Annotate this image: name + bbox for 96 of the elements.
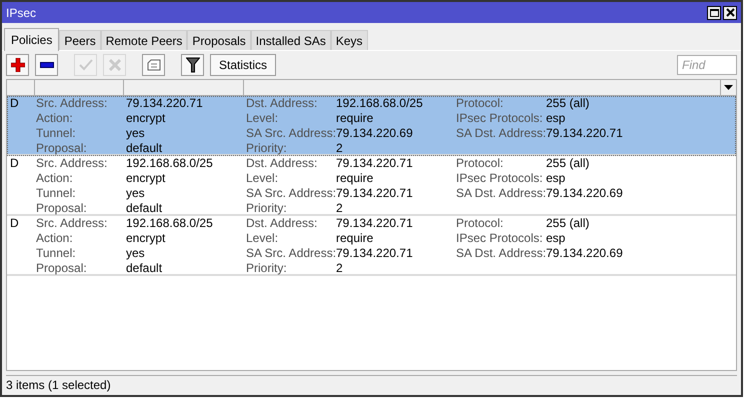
window-title: IPsec bbox=[6, 4, 38, 22]
cross-icon bbox=[108, 59, 120, 71]
flag-text: D bbox=[10, 156, 19, 170]
field-label: SA Src. Address: bbox=[246, 246, 336, 261]
column-menu-button[interactable] bbox=[720, 80, 736, 95]
field-value: 79.134.220.69 bbox=[336, 126, 413, 141]
check-icon bbox=[78, 59, 92, 71]
tab[interactable]: Keys bbox=[330, 30, 368, 50]
field-label: Tunnel: bbox=[36, 186, 76, 201]
comment-button[interactable] bbox=[142, 54, 165, 76]
field-value: require bbox=[336, 171, 374, 186]
field-label: Level: bbox=[246, 171, 278, 186]
field-label: SA Src. Address: bbox=[246, 186, 336, 201]
field-label: Proposal: bbox=[36, 261, 87, 276]
field-label: IPsec Protocols: bbox=[456, 171, 543, 186]
policy-row[interactable] bbox=[7, 216, 736, 276]
field-label: Dst. Address: bbox=[246, 156, 318, 171]
field-value: 79.134.220.71 bbox=[546, 126, 623, 141]
tab[interactable]: Policies bbox=[4, 28, 60, 51]
field-value: 79.134.220.69 bbox=[546, 186, 623, 201]
field-value: 255 (all) bbox=[546, 96, 590, 111]
field-value: encrypt bbox=[126, 231, 166, 246]
field-value: 2 bbox=[336, 261, 343, 276]
field-label: Action: bbox=[36, 171, 73, 186]
field-label: Src. Address: bbox=[36, 156, 108, 171]
field-label: Tunnel: bbox=[36, 126, 76, 141]
field-value: default bbox=[126, 261, 162, 276]
field-value: 79.134.220.71 bbox=[336, 246, 413, 261]
field-label: Priority: bbox=[246, 141, 287, 156]
field-value: 2 bbox=[336, 141, 343, 156]
field-value: 192.168.68.0/25 bbox=[126, 156, 213, 171]
add-button[interactable] bbox=[6, 54, 29, 76]
tab[interactable]: Remote Peers bbox=[100, 30, 188, 50]
field-value: yes bbox=[126, 126, 145, 141]
field-value: 255 (all) bbox=[546, 156, 590, 171]
close-button[interactable] bbox=[723, 6, 737, 20]
note-icon bbox=[146, 59, 160, 71]
flag-text: D bbox=[10, 216, 19, 230]
field-label: Proposal: bbox=[36, 201, 87, 216]
field-label: Level: bbox=[246, 111, 278, 126]
field-value: 79.134.220.71 bbox=[126, 96, 203, 111]
field-value: require bbox=[336, 111, 374, 126]
field-value: 192.168.68.0/25 bbox=[336, 96, 423, 111]
filter-icon bbox=[186, 57, 200, 73]
field-value: esp bbox=[546, 111, 566, 126]
field-label: IPsec Protocols: bbox=[456, 231, 543, 246]
field-value: 255 (all) bbox=[546, 216, 590, 231]
field-label: SA Src. Address: bbox=[246, 126, 336, 141]
field-value: 79.134.220.71 bbox=[336, 186, 413, 201]
caret-icon bbox=[724, 85, 733, 90]
field-label: SA Dst. Address: bbox=[456, 126, 546, 141]
policy-row[interactable] bbox=[7, 156, 736, 216]
field-label: Priority: bbox=[246, 201, 287, 216]
remove-button[interactable] bbox=[35, 54, 58, 76]
field-value: esp bbox=[546, 171, 566, 186]
field-label: Protocol: bbox=[456, 156, 504, 171]
status-text: 3 items (1 selected) bbox=[6, 376, 111, 394]
field-value: yes bbox=[126, 246, 145, 261]
field-value: esp bbox=[546, 231, 566, 246]
field-label: Dst. Address: bbox=[246, 96, 318, 111]
field-value: 2 bbox=[336, 201, 343, 216]
tab[interactable]: Proposals bbox=[187, 30, 251, 50]
statistics-button[interactable]: Statistics bbox=[210, 54, 276, 76]
tab[interactable]: Peers bbox=[59, 30, 101, 50]
tab[interactable]: Installed SAs bbox=[250, 30, 331, 50]
filter-button[interactable] bbox=[181, 54, 204, 76]
field-value: 79.134.220.71 bbox=[336, 156, 413, 171]
field-value: require bbox=[336, 231, 374, 246]
field-label: SA Dst. Address: bbox=[456, 186, 546, 201]
field-label: Action: bbox=[36, 231, 73, 246]
field-value: 192.168.68.0/25 bbox=[126, 216, 213, 231]
field-label: Tunnel: bbox=[36, 246, 76, 261]
field-label: Priority: bbox=[246, 261, 287, 276]
plus-icon bbox=[10, 58, 24, 72]
field-label: IPsec Protocols: bbox=[456, 111, 543, 126]
field-label: Proposal: bbox=[36, 141, 87, 156]
policy-row[interactable] bbox=[7, 96, 736, 156]
field-value: default bbox=[126, 201, 162, 216]
minus-icon bbox=[40, 62, 54, 68]
field-value: 79.134.220.71 bbox=[336, 216, 413, 231]
find-field[interactable]: Find bbox=[677, 55, 737, 75]
maximize-button[interactable] bbox=[707, 6, 721, 20]
field-label: Src. Address: bbox=[36, 96, 108, 111]
field-value: default bbox=[126, 141, 162, 156]
field-label: Level: bbox=[246, 231, 278, 246]
field-value: encrypt bbox=[126, 111, 166, 126]
field-value: yes bbox=[126, 186, 145, 201]
field-label: Action: bbox=[36, 111, 73, 126]
flag-text: D bbox=[10, 96, 19, 110]
field-label: SA Dst. Address: bbox=[456, 246, 546, 261]
field-label: Dst. Address: bbox=[246, 216, 318, 231]
field-label: Src. Address: bbox=[36, 216, 108, 231]
field-value: 79.134.220.69 bbox=[546, 246, 623, 261]
field-label: Protocol: bbox=[456, 96, 504, 111]
field-value: encrypt bbox=[126, 171, 166, 186]
field-label: Protocol: bbox=[456, 216, 504, 231]
